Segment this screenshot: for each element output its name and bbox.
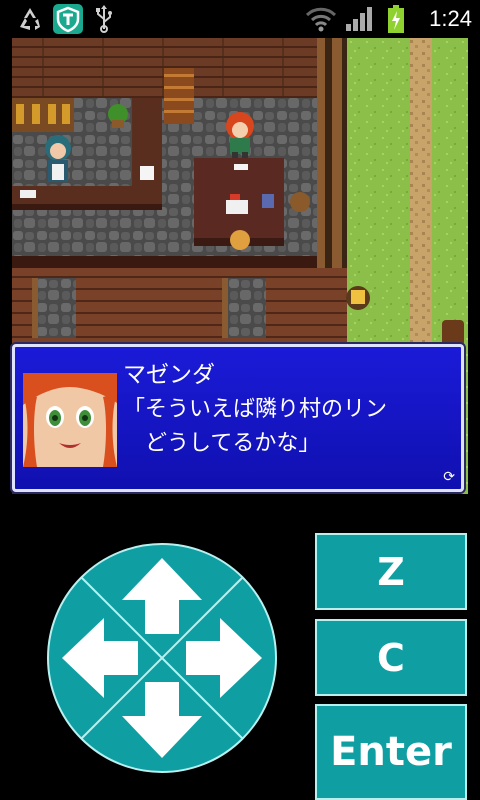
speaker-name: マゼンダ [123,362,215,388]
wifi-icon [304,4,338,34]
enter-button[interactable]: Enter [315,704,467,800]
battery-charging-icon [386,4,406,34]
continue-icon: ⟳ [443,469,455,485]
shield-t-icon [52,4,84,34]
dpad[interactable] [46,542,278,774]
c-button[interactable]: C [315,619,467,696]
speaker-portrait [23,373,117,467]
dialog-line-1: 「そういえば隣り村のリン [123,397,388,422]
recycle-icon [14,4,46,34]
dialog-line-2: どうしてるかな」 [123,431,321,456]
z-button[interactable]: Z [315,533,467,610]
status-bar: 1:24 [0,0,480,38]
signal-icon [344,4,374,34]
clock: 1:24 [429,6,472,31]
message-window[interactable]: マゼンダ 「そういえば隣り村のリン どうしてるかな」 ⟳ [12,344,464,492]
usb-icon [92,4,116,34]
